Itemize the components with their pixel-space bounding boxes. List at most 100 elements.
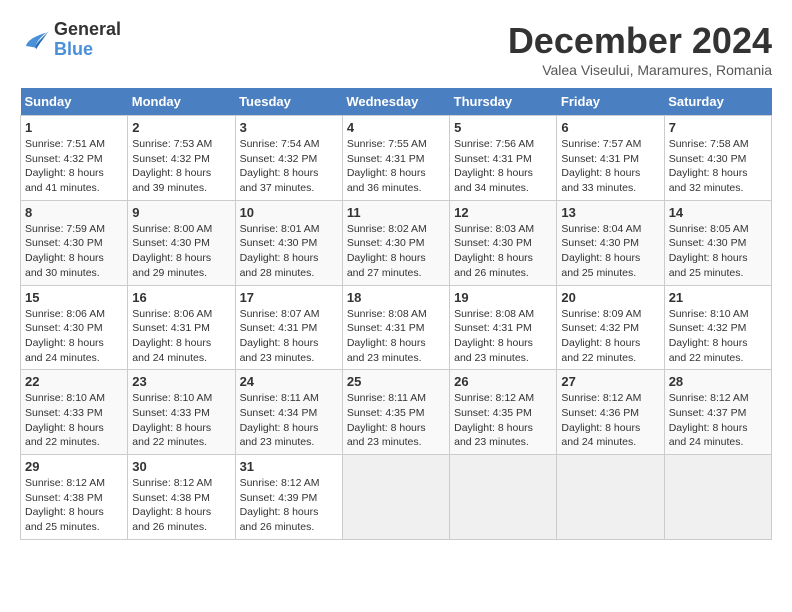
- day-info: Sunrise: 8:05 AMSunset: 4:30 PMDaylight:…: [669, 222, 767, 281]
- calendar-cell: 30 Sunrise: 8:12 AMSunset: 4:38 PMDayligh…: [128, 455, 235, 540]
- calendar-cell: 9Sunrise: 8:00 AMSunset: 4:30 PMDaylight…: [128, 200, 235, 285]
- day-info: Sunrise: 8:12 AMSunset: 4:39 PMDaylight:…: [240, 476, 338, 535]
- calendar-cell: [450, 455, 557, 540]
- weekday-header-sunday: Sunday: [21, 88, 128, 116]
- calendar-cell: 10Sunrise: 8:01 AMSunset: 4:30 PMDayligh…: [235, 200, 342, 285]
- calendar-cell: 2 Sunrise: 7:53 AMSunset: 4:32 PMDaylight…: [128, 116, 235, 201]
- day-number: 11: [347, 205, 445, 220]
- day-info: Sunrise: 8:12 AMSunset: 4:38 PMDaylight:…: [25, 476, 123, 535]
- calendar-cell: [664, 455, 771, 540]
- day-number: 7: [669, 120, 767, 135]
- calendar-cell: 22Sunrise: 8:10 AMSunset: 4:33 PMDayligh…: [21, 370, 128, 455]
- calendar-cell: 24 Sunrise: 8:11 AMSunset: 4:34 PMDayligh…: [235, 370, 342, 455]
- calendar-cell: 23 Sunrise: 8:10 AMSunset: 4:33 PMDayligh…: [128, 370, 235, 455]
- weekday-header-friday: Friday: [557, 88, 664, 116]
- day-info: Sunrise: 7:53 AMSunset: 4:32 PMDaylight:…: [132, 137, 230, 196]
- calendar-cell: 16Sunrise: 8:06 AMSunset: 4:31 PMDayligh…: [128, 285, 235, 370]
- calendar-cell: [557, 455, 664, 540]
- calendar-cell: 19Sunrise: 8:08 AMSunset: 4:31 PMDayligh…: [450, 285, 557, 370]
- day-info: Sunrise: 8:06 AMSunset: 4:31 PMDaylight:…: [132, 307, 230, 366]
- calendar-cell: 15 Sunrise: 8:06 AMSunset: 4:30 PMDayligh…: [21, 285, 128, 370]
- calendar-cell: 11 Sunrise: 8:02 AMSunset: 4:30 PMDayligh…: [342, 200, 449, 285]
- calendar-cell: 6 Sunrise: 7:57 AMSunset: 4:31 PMDaylight…: [557, 116, 664, 201]
- day-info: Sunrise: 8:12 AMSunset: 4:38 PMDaylight:…: [132, 476, 230, 535]
- day-number: 2: [132, 120, 230, 135]
- day-number: 12: [454, 205, 552, 220]
- day-info: Sunrise: 8:02 AMSunset: 4:30 PMDaylight:…: [347, 222, 445, 281]
- calendar-cell: 26 Sunrise: 8:12 AMSunset: 4:35 PMDayligh…: [450, 370, 557, 455]
- day-number: 1: [25, 120, 123, 135]
- weekday-header-monday: Monday: [128, 88, 235, 116]
- day-info: Sunrise: 7:57 AMSunset: 4:31 PMDaylight:…: [561, 137, 659, 196]
- calendar-cell: 28Sunrise: 8:12 AMSunset: 4:37 PMDayligh…: [664, 370, 771, 455]
- calendar-cell: 18 Sunrise: 8:08 AMSunset: 4:31 PMDayligh…: [342, 285, 449, 370]
- day-info: Sunrise: 8:04 AMSunset: 4:30 PMDaylight:…: [561, 222, 659, 281]
- day-info: Sunrise: 8:07 AMSunset: 4:31 PMDaylight:…: [240, 307, 338, 366]
- day-info: Sunrise: 8:10 AMSunset: 4:33 PMDaylight:…: [132, 391, 230, 450]
- weekday-header-wednesday: Wednesday: [342, 88, 449, 116]
- day-number: 20: [561, 290, 659, 305]
- calendar-week-3: 15 Sunrise: 8:06 AMSunset: 4:30 PMDayligh…: [21, 285, 772, 370]
- day-number: 15: [25, 290, 123, 305]
- day-number: 10: [240, 205, 338, 220]
- calendar-cell: 25 Sunrise: 8:11 AMSunset: 4:35 PMDayligh…: [342, 370, 449, 455]
- day-info: Sunrise: 8:06 AMSunset: 4:30 PMDaylight:…: [25, 307, 123, 366]
- calendar-cell: 4 Sunrise: 7:55 AMSunset: 4:31 PMDaylight…: [342, 116, 449, 201]
- day-info: Sunrise: 8:11 AMSunset: 4:34 PMDaylight:…: [240, 391, 338, 450]
- day-info: Sunrise: 8:09 AMSunset: 4:32 PMDaylight:…: [561, 307, 659, 366]
- day-info: Sunrise: 8:08 AMSunset: 4:31 PMDaylight:…: [347, 307, 445, 366]
- calendar-cell: 21 Sunrise: 8:10 AMSunset: 4:32 PMDayligh…: [664, 285, 771, 370]
- day-number: 23: [132, 374, 230, 389]
- day-number: 6: [561, 120, 659, 135]
- logo-icon: [20, 25, 50, 55]
- day-info: Sunrise: 8:10 AMSunset: 4:32 PMDaylight:…: [669, 307, 767, 366]
- weekday-header-saturday: Saturday: [664, 88, 771, 116]
- day-number: 14: [669, 205, 767, 220]
- day-info: Sunrise: 7:54 AMSunset: 4:32 PMDaylight:…: [240, 137, 338, 196]
- weekday-header-row: SundayMondayTuesdayWednesdayThursdayFrid…: [21, 88, 772, 116]
- header: General Blue December 2024 Valea Viseulu…: [20, 20, 772, 78]
- day-info: Sunrise: 7:58 AMSunset: 4:30 PMDaylight:…: [669, 137, 767, 196]
- day-info: Sunrise: 7:56 AMSunset: 4:31 PMDaylight:…: [454, 137, 552, 196]
- day-info: Sunrise: 8:11 AMSunset: 4:35 PMDaylight:…: [347, 391, 445, 450]
- day-number: 17: [240, 290, 338, 305]
- day-number: 24: [240, 374, 338, 389]
- day-number: 5: [454, 120, 552, 135]
- calendar-cell: 12 Sunrise: 8:03 AMSunset: 4:30 PMDayligh…: [450, 200, 557, 285]
- calendar-cell: 14 Sunrise: 8:05 AMSunset: 4:30 PMDayligh…: [664, 200, 771, 285]
- day-info: Sunrise: 8:08 AMSunset: 4:31 PMDaylight:…: [454, 307, 552, 366]
- calendar-cell: 5 Sunrise: 7:56 AMSunset: 4:31 PMDaylight…: [450, 116, 557, 201]
- day-info: Sunrise: 7:55 AMSunset: 4:31 PMDaylight:…: [347, 137, 445, 196]
- day-info: Sunrise: 8:10 AMSunset: 4:33 PMDaylight:…: [25, 391, 123, 450]
- day-info: Sunrise: 8:00 AMSunset: 4:30 PMDaylight:…: [132, 222, 230, 281]
- weekday-header-tuesday: Tuesday: [235, 88, 342, 116]
- day-number: 26: [454, 374, 552, 389]
- calendar-cell: 29Sunrise: 8:12 AMSunset: 4:38 PMDayligh…: [21, 455, 128, 540]
- calendar-cell: 13 Sunrise: 8:04 AMSunset: 4:30 PMDayligh…: [557, 200, 664, 285]
- day-info: Sunrise: 7:59 AMSunset: 4:30 PMDaylight:…: [25, 222, 123, 281]
- day-number: 25: [347, 374, 445, 389]
- day-number: 30: [132, 459, 230, 474]
- calendar-week-2: 8Sunrise: 7:59 AMSunset: 4:30 PMDaylight…: [21, 200, 772, 285]
- calendar-week-1: 1 Sunrise: 7:51 AMSunset: 4:32 PMDaylight…: [21, 116, 772, 201]
- day-number: 13: [561, 205, 659, 220]
- day-info: Sunrise: 8:12 AMSunset: 4:37 PMDaylight:…: [669, 391, 767, 450]
- weekday-header-thursday: Thursday: [450, 88, 557, 116]
- calendar-cell: 17 Sunrise: 8:07 AMSunset: 4:31 PMDayligh…: [235, 285, 342, 370]
- calendar-cell: 20 Sunrise: 8:09 AMSunset: 4:32 PMDayligh…: [557, 285, 664, 370]
- day-number: 4: [347, 120, 445, 135]
- day-number: 31: [240, 459, 338, 474]
- calendar-week-5: 29Sunrise: 8:12 AMSunset: 4:38 PMDayligh…: [21, 455, 772, 540]
- calendar-cell: [342, 455, 449, 540]
- calendar-cell: 8Sunrise: 7:59 AMSunset: 4:30 PMDaylight…: [21, 200, 128, 285]
- day-info: Sunrise: 7:51 AMSunset: 4:32 PMDaylight:…: [25, 137, 123, 196]
- day-info: Sunrise: 8:12 AMSunset: 4:36 PMDaylight:…: [561, 391, 659, 450]
- calendar-cell: 31 Sunrise: 8:12 AMSunset: 4:39 PMDayligh…: [235, 455, 342, 540]
- day-number: 18: [347, 290, 445, 305]
- day-info: Sunrise: 8:03 AMSunset: 4:30 PMDaylight:…: [454, 222, 552, 281]
- day-info: Sunrise: 8:12 AMSunset: 4:35 PMDaylight:…: [454, 391, 552, 450]
- title-area: December 2024 Valea Viseului, Maramures,…: [508, 20, 772, 78]
- day-number: 21: [669, 290, 767, 305]
- day-number: 3: [240, 120, 338, 135]
- logo-text: General Blue: [54, 20, 121, 60]
